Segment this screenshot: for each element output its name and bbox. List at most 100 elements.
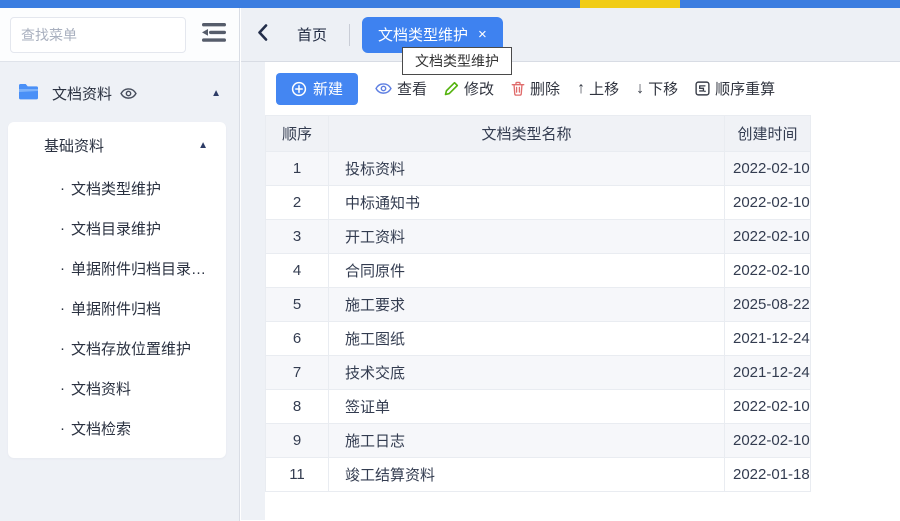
- table-row[interactable]: 4 合同原件 2022-02-10: [266, 254, 811, 288]
- table-row[interactable]: 11 竣工结算资料 2022-01-18: [266, 458, 811, 492]
- cell-type-name: 中标通知书: [329, 186, 725, 220]
- bullet-icon: ·: [60, 260, 65, 277]
- sidebar-menu-item-label: 单据附件归档: [71, 298, 161, 319]
- plus-circle-icon: [291, 81, 307, 97]
- menu-search-input[interactable]: [10, 17, 186, 53]
- table-row[interactable]: 6 施工图纸 2021-12-24: [266, 322, 811, 356]
- chevron-up-icon[interactable]: ▲: [211, 88, 221, 99]
- move-down-label: 下移: [648, 78, 678, 99]
- delete-button-label: 删除: [530, 78, 560, 99]
- sidebar-menu-item-label: 文档目录维护: [71, 218, 161, 239]
- cell-type-name: 施工图纸: [329, 322, 725, 356]
- tabs-back-button[interactable]: [257, 23, 277, 47]
- cell-created-time: 2022-02-10: [725, 220, 811, 254]
- new-button-label: 新建: [313, 78, 343, 99]
- bullet-icon: ·: [60, 180, 65, 197]
- bullet-icon: ·: [60, 300, 65, 317]
- column-header-name[interactable]: 文档类型名称: [329, 116, 725, 152]
- table-row[interactable]: 3 开工资料 2022-02-10: [266, 220, 811, 254]
- cell-order: 2: [266, 186, 329, 220]
- sidebar-menu-list: · 文档类型维护 · 文档目录维护 · 单据附件归档目录… · 单据附件归档: [8, 168, 226, 448]
- cell-type-name: 施工日志: [329, 424, 725, 458]
- sidebar-menu-item-label: 文档类型维护: [71, 178, 161, 199]
- sidebar-root-label: 文档资料: [52, 83, 112, 104]
- view-eye-icon: [375, 82, 392, 95]
- sidebar: 文档资料 ▲ 基础资料 ▲ · 文档类型维护 · 文档目录维护: [0, 8, 240, 521]
- sidebar-menu-item-label: 文档资料: [71, 378, 131, 399]
- sidebar-menu-item[interactable]: · 文档目录维护: [8, 208, 226, 248]
- visibility-eye-icon[interactable]: [120, 87, 137, 100]
- tab-home[interactable]: 首页: [297, 24, 327, 45]
- loading-bar-yellow-segment: [580, 0, 680, 8]
- cell-order: 8: [266, 390, 329, 424]
- column-header-created[interactable]: 创建时间: [725, 116, 811, 152]
- cell-order: 7: [266, 356, 329, 390]
- cell-type-name: 投标资料: [329, 152, 725, 186]
- main-body: 新建 查看: [241, 62, 900, 520]
- move-up-button[interactable]: ↑ 上移: [577, 73, 619, 105]
- new-button[interactable]: 新建: [276, 73, 358, 105]
- sidebar-menu-item-label: 单据附件归档目录…: [71, 258, 206, 279]
- top-loading-bar: [0, 0, 900, 8]
- delete-button[interactable]: 删除: [511, 73, 560, 105]
- tab-divider: [349, 24, 350, 46]
- cell-created-time: 2022-02-10: [725, 186, 811, 220]
- sidebar-menu-item[interactable]: · 单据附件归档目录…: [8, 248, 226, 288]
- cell-order: 11: [266, 458, 329, 492]
- chevron-up-icon[interactable]: ▲: [198, 140, 208, 151]
- move-up-label: 上移: [589, 78, 619, 99]
- move-down-button[interactable]: ↓ 下移: [636, 73, 678, 105]
- sidebar-menu-item[interactable]: · 单据附件归档: [8, 288, 226, 328]
- table-row[interactable]: 9 施工日志 2022-02-10: [266, 424, 811, 458]
- content-panel: 新建 查看: [265, 62, 900, 520]
- cell-type-name: 开工资料: [329, 220, 725, 254]
- edit-button[interactable]: 修改: [444, 73, 494, 105]
- close-tab-icon[interactable]: ×: [478, 26, 487, 43]
- cell-created-time: 2022-02-10: [725, 390, 811, 424]
- cell-created-time: 2021-12-24: [725, 322, 811, 356]
- toolbar: 新建 查看: [265, 62, 900, 115]
- sidebar-menu-item[interactable]: · 文档类型维护: [8, 168, 226, 208]
- edit-pencil-icon: [444, 81, 459, 96]
- view-button-label: 查看: [397, 78, 427, 99]
- recalc-order-button[interactable]: 顺序重算: [695, 73, 775, 105]
- cell-created-time: 2022-01-18: [725, 458, 811, 492]
- collapse-menu-icon: [201, 22, 227, 48]
- cell-created-time: 2021-12-24: [725, 356, 811, 390]
- chevron-left-icon: [257, 24, 268, 46]
- sidebar-collapse-button[interactable]: [199, 22, 229, 48]
- table-row[interactable]: 7 技术交底 2021-12-24: [266, 356, 811, 390]
- cell-type-name: 合同原件: [329, 254, 725, 288]
- bullet-icon: ·: [60, 420, 65, 437]
- view-button[interactable]: 查看: [375, 73, 427, 105]
- sidebar-group-basic-data[interactable]: 基础资料 ▲: [8, 122, 226, 168]
- main-area: 首页 文档类型维护 × 文档类型维护 新建: [241, 8, 900, 521]
- content-left-gutter: [241, 62, 265, 520]
- recalculate-icon: [695, 81, 710, 96]
- table-row[interactable]: 1 投标资料 2022-02-10: [266, 152, 811, 186]
- sidebar-menu-item[interactable]: · 文档资料: [8, 368, 226, 408]
- bullet-icon: ·: [60, 220, 65, 237]
- sidebar-menu-item-label: 文档检索: [71, 418, 131, 439]
- sidebar-item-document-data-root[interactable]: 文档资料 ▲: [0, 72, 239, 114]
- table-header-row: 顺序 文档类型名称 创建时间: [266, 116, 811, 152]
- sidebar-menu-item[interactable]: · 文档检索: [8, 408, 226, 448]
- column-header-order[interactable]: 顺序: [266, 116, 329, 152]
- tab-bar: 首页 文档类型维护 × 文档类型维护: [241, 8, 900, 62]
- arrow-down-icon: ↓: [636, 80, 644, 98]
- cell-type-name: 竣工结算资料: [329, 458, 725, 492]
- cell-order: 9: [266, 424, 329, 458]
- active-tab-label: 文档类型维护: [378, 24, 468, 45]
- table-row[interactable]: 8 签证单 2022-02-10: [266, 390, 811, 424]
- table-body: 1 投标资料 2022-02-10 2 中标通知书 2022-02-10 3: [266, 152, 811, 492]
- table-row[interactable]: 5 施工要求 2025-08-22: [266, 288, 811, 322]
- cell-type-name: 施工要求: [329, 288, 725, 322]
- bullet-icon: ·: [60, 340, 65, 357]
- sidebar-search-row: [0, 8, 239, 62]
- sidebar-group-label: 基础资料: [44, 135, 104, 156]
- sidebar-menu-item[interactable]: · 文档存放位置维护: [8, 328, 226, 368]
- document-type-table: 顺序 文档类型名称 创建时间 1 投标资料 2022-02-10: [265, 115, 811, 492]
- table-row[interactable]: 2 中标通知书 2022-02-10: [266, 186, 811, 220]
- arrow-up-icon: ↑: [577, 80, 585, 98]
- sidebar-menu-item-label: 文档存放位置维护: [71, 338, 191, 359]
